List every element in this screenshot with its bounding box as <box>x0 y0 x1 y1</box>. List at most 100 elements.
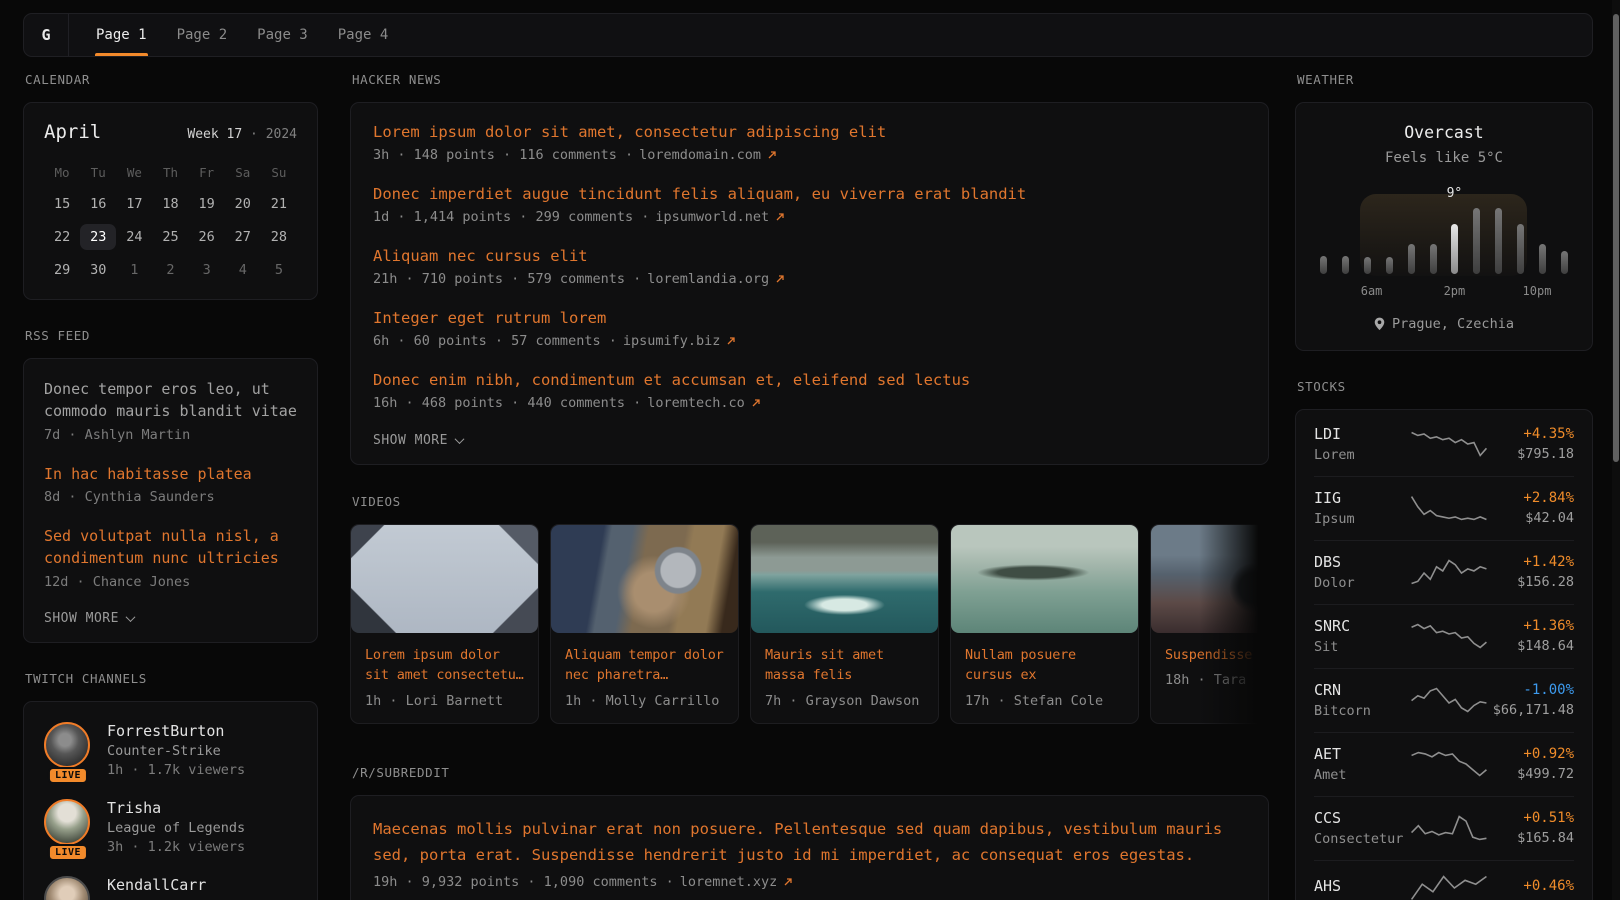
time-tick: 2pm <box>1444 284 1466 298</box>
video-meta: 17h · Stefan Cole <box>951 686 1138 723</box>
video-thumbnail <box>751 525 938 633</box>
stock-price: $499.72 <box>1488 766 1574 782</box>
stock-price: $795.18 <box>1488 446 1574 462</box>
hn-item-domain-link[interactable]: ipsumworld.net <box>655 209 769 225</box>
calendar-day: 29 <box>44 257 80 283</box>
hn-item: Donec imperdiet augue tincidunt felis al… <box>373 185 1246 225</box>
rss-item-link[interactable]: Donec tempor eros leo, ut commodo mauris… <box>44 379 297 423</box>
hn-show-more-button[interactable]: SHOW MORE <box>373 433 1246 448</box>
scrollbar-thumb[interactable] <box>1613 14 1619 462</box>
rss-show-more-button[interactable]: SHOW MORE <box>44 611 297 626</box>
hn-item-link[interactable]: Aliquam nec cursus elit <box>373 247 1246 265</box>
video-meta: 18h · Tara <box>1151 665 1269 702</box>
reddit-post-meta: 19h · 9,932 points · 1,090 comments · <box>373 874 674 890</box>
external-link-icon <box>775 212 785 222</box>
stock-change: +1.36% <box>1488 618 1574 634</box>
calendar-section-label: CALENDAR <box>25 72 318 87</box>
channel-name[interactable]: KendallCarr <box>107 876 206 894</box>
stock-row: DBS Dolor +1.42% $156.28 <box>1314 540 1574 604</box>
stock-row: SNRC Sit +1.36% $148.64 <box>1314 604 1574 668</box>
calendar-day: 25 <box>152 224 188 250</box>
stock-sparkline <box>1410 685 1488 715</box>
stock-symbol: SNRC <box>1314 617 1410 635</box>
stock-price: $42.04 <box>1488 510 1574 526</box>
stock-symbol: CRN <box>1314 681 1410 699</box>
stock-price: $156.28 <box>1488 574 1574 590</box>
hn-item-domain-link[interactable]: loremtech.co <box>647 395 745 411</box>
reddit-post: Maecenas mollis pulvinar erat non posuer… <box>373 816 1246 891</box>
video-card[interactable]: Aliquam tempor dolor nec pharetra… 1h · … <box>550 524 739 724</box>
live-badge: LIVE <box>48 844 88 861</box>
video-card[interactable]: Lorem ipsum dolor sit amet consectetu… 1… <box>350 524 539 724</box>
reddit-post-domain-link[interactable]: loremnet.xyz <box>680 874 778 890</box>
rss-item-meta: 8d · Cynthia Saunders <box>44 489 297 505</box>
video-card[interactable]: Nullam posuere cursus ex 17h · Stefan Co… <box>950 524 1139 724</box>
twitch-channel-row[interactable]: LIVE Trisha League of Legends 3h · 1.2k … <box>44 799 297 855</box>
video-title[interactable]: Nullam posuere cursus ex <box>951 633 1138 686</box>
video-card[interactable]: Suspendisse diam 18h · Tara <box>1150 524 1269 724</box>
reddit-post-link[interactable]: Maecenas mollis pulvinar erat non posuer… <box>373 816 1246 869</box>
channel-name[interactable]: Trisha <box>107 799 245 817</box>
video-title[interactable]: Mauris sit amet massa felis <box>751 633 938 686</box>
tab-page-2[interactable]: Page 2 <box>162 14 243 56</box>
day-header: Tu <box>80 161 116 184</box>
external-link-icon <box>726 336 736 346</box>
stock-change: +2.84% <box>1488 490 1574 506</box>
hn-item: Integer eget rutrum lorem 6h · 60 points… <box>373 309 1246 349</box>
twitch-channel-row[interactable]: LIVE ForrestBurton Counter-Strike 1h · 1… <box>44 722 297 778</box>
tab-page-4[interactable]: Page 4 <box>323 14 404 56</box>
stock-row: AHS +0.46% <box>1314 860 1574 900</box>
top-nav-bar: G Page 1 Page 2 Page 3 Page 4 <box>23 13 1593 57</box>
stock-price: $148.64 <box>1488 638 1574 654</box>
scrollbar-track[interactable] <box>1612 0 1620 900</box>
stock-name: Ipsum <box>1314 511 1410 527</box>
weather-bar <box>1364 257 1371 274</box>
rss-item-link[interactable]: Sed volutpat nulla nisl, a condimentum n… <box>44 526 297 570</box>
tab-page-3[interactable]: Page 3 <box>242 14 323 56</box>
channel-name[interactable]: ForrestBurton <box>107 722 245 740</box>
calendar-day: 20 <box>225 191 261 217</box>
stock-name: Dolor <box>1314 575 1410 591</box>
rss-item-link[interactable]: In hac habitasse platea <box>44 464 297 486</box>
rss-item: In hac habitasse platea 8d · Cynthia Sau… <box>44 464 297 506</box>
channel-game: Counter-Strike <box>107 743 245 759</box>
hn-item-domain-link[interactable]: ipsumify.biz <box>623 333 721 349</box>
stock-symbol: AET <box>1314 745 1410 763</box>
hn-item-domain-link[interactable]: loremdomain.com <box>639 147 761 163</box>
external-link-icon <box>783 877 793 887</box>
video-card[interactable]: Mauris sit amet massa felis 7h · Grayson… <box>750 524 939 724</box>
stock-sparkline <box>1410 493 1488 523</box>
stock-symbol: LDI <box>1314 425 1410 443</box>
hn-item-domain-link[interactable]: loremlandia.org <box>647 271 769 287</box>
hn-item-link[interactable]: Lorem ipsum dolor sit amet, consectetur … <box>373 123 1246 141</box>
video-meta: 1h · Lori Barnett <box>351 686 538 723</box>
stock-symbol: DBS <box>1314 553 1410 571</box>
calendar-month: April <box>44 121 101 143</box>
active-tab-underline <box>95 53 148 56</box>
channel-meta: 3h · 1.2k viewers <box>107 839 245 855</box>
video-title[interactable]: Lorem ipsum dolor sit amet consectetu… <box>351 633 538 686</box>
calendar-day: 26 <box>189 224 225 250</box>
stock-change: +1.42% <box>1488 554 1574 570</box>
videos-carousel: Lorem ipsum dolor sit amet consectetu… 1… <box>350 524 1269 724</box>
hn-item-link[interactable]: Donec enim nibh, condimentum et accumsan… <box>373 371 1246 389</box>
subreddit-section: /R/SUBREDDIT Maecenas mollis pulvinar er… <box>350 765 1269 900</box>
hn-item: Lorem ipsum dolor sit amet, consectetur … <box>373 123 1246 163</box>
external-link-icon <box>751 398 761 408</box>
twitch-channel-row[interactable]: KendallCarr <box>44 876 297 900</box>
tab-page-1[interactable]: Page 1 <box>81 14 162 56</box>
calendar-day-next-month: 4 <box>225 257 261 283</box>
video-title[interactable]: Aliquam tempor dolor nec pharetra… <box>551 633 738 686</box>
hn-item-link[interactable]: Donec imperdiet augue tincidunt felis al… <box>373 185 1246 203</box>
stock-row: LDILorem +4.35%$795.18 <box>1314 413 1574 476</box>
calendar-day: 17 <box>116 191 152 217</box>
stock-sparkline <box>1410 749 1488 779</box>
stock-name: Sit <box>1314 639 1410 655</box>
stock-name: Amet <box>1314 767 1410 783</box>
right-sidebar: WEATHER Overcast Feels like 5°C 9° 6am 2… <box>1295 72 1593 900</box>
weather-bar <box>1539 244 1546 274</box>
hn-item-link[interactable]: Integer eget rutrum lorem <box>373 309 1246 327</box>
video-title[interactable]: Suspendisse diam <box>1151 633 1269 665</box>
hn-item-meta: 6h · 60 points · 57 comments · <box>373 333 617 349</box>
page-tabs: Page 1 Page 2 Page 3 Page 4 <box>69 14 403 56</box>
